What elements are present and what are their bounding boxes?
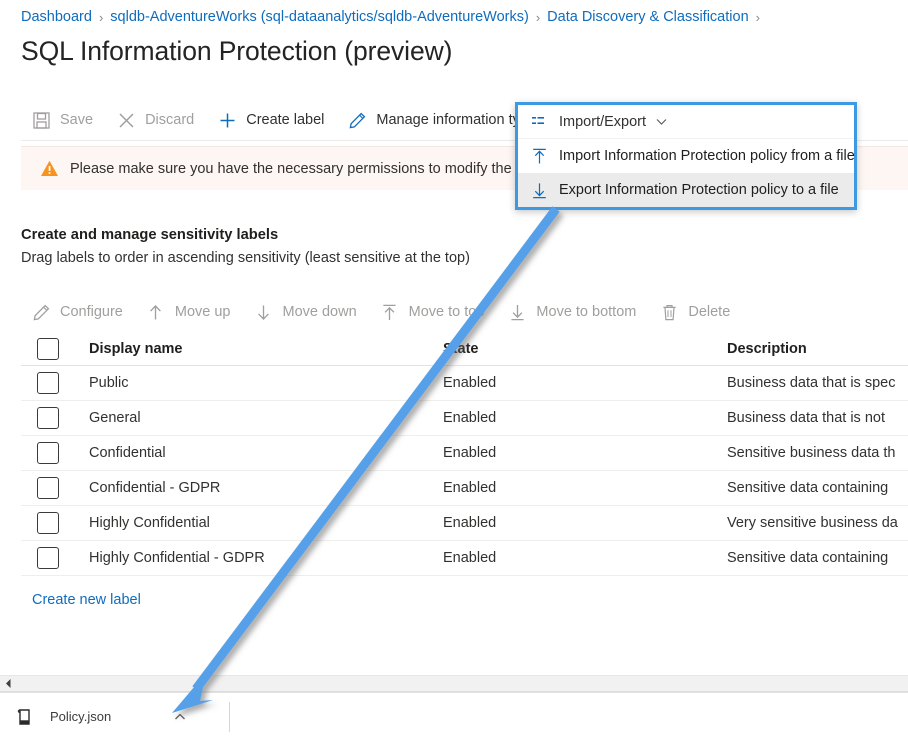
create-new-label-link[interactable]: Create new label — [32, 592, 141, 608]
move-to-bottom-button[interactable]: Move to bottom — [497, 294, 645, 330]
caret-left-icon[interactable] — [0, 675, 17, 692]
cell-display-name: General — [89, 410, 141, 426]
page-title: SQL Information Protection (preview) — [21, 36, 453, 66]
save-label: Save — [60, 112, 94, 129]
arrow-to-bottom-icon — [506, 301, 528, 323]
configure-button[interactable]: Configure — [21, 294, 132, 330]
breadcrumb-item-data-discovery[interactable]: Data Discovery & Classification — [547, 9, 748, 25]
column-header-display-name: Display name — [89, 341, 183, 357]
json-file-icon — [14, 706, 36, 728]
delete-button[interactable]: Delete — [649, 294, 739, 330]
horizontal-scrollbar[interactable] — [0, 675, 908, 692]
configure-label: Configure — [60, 303, 123, 320]
create-label-label: Create label — [246, 112, 325, 129]
chevron-up-icon[interactable] — [167, 704, 193, 730]
plus-icon — [216, 110, 238, 132]
cell-display-name: Public — [89, 375, 129, 391]
cell-description: Sensitive data containing — [727, 550, 889, 566]
download-file-name: Policy.json — [50, 709, 112, 724]
table-row[interactable]: Highly Confidential - GDPR Enabled Sensi… — [21, 541, 908, 576]
cell-description: Business data that is spec — [727, 375, 896, 391]
row-checkbox[interactable] — [37, 477, 59, 499]
download-item-policy-json[interactable]: Policy.json — [0, 693, 193, 740]
table-row[interactable]: Highly Confidential Enabled Very sensiti… — [21, 506, 908, 541]
table-row[interactable]: Confidential Enabled Sensitive business … — [21, 436, 908, 471]
export-policy-label: Export Information Protection policy to … — [559, 182, 839, 198]
table-row[interactable]: Public Enabled Business data that is spe… — [21, 366, 908, 401]
breadcrumb-item-dashboard[interactable]: Dashboard — [21, 9, 92, 25]
chevron-down-icon — [655, 115, 668, 128]
row-checkbox[interactable] — [37, 512, 59, 534]
save-icon — [30, 110, 52, 132]
create-label-button[interactable]: Create label — [207, 103, 333, 139]
cell-state: Enabled — [443, 550, 497, 566]
list-icon — [528, 111, 550, 133]
row-checkbox[interactable] — [37, 407, 59, 429]
download-shelf-divider — [229, 702, 230, 732]
cell-state: Enabled — [443, 410, 497, 426]
cell-state: Enabled — [443, 515, 497, 531]
breadcrumb-separator: › — [98, 9, 104, 25]
breadcrumb: Dashboard › sqldb-AdventureWorks (sql-da… — [21, 9, 767, 25]
cell-description: Sensitive data containing — [727, 480, 889, 496]
breadcrumb-separator: › — [755, 9, 760, 25]
import-export-flyout: Import/Export Import Information Protect… — [515, 102, 857, 210]
move-down-label: Move down — [282, 303, 357, 320]
arrow-up-icon — [145, 301, 167, 323]
breadcrumb-item-database[interactable]: sqldb-AdventureWorks (sql-dataanalytics/… — [110, 9, 529, 25]
download-icon — [528, 179, 550, 201]
permissions-warning-text: Please make sure you have the necessary … — [70, 160, 569, 177]
download-shelf: Policy.json — [0, 692, 908, 740]
warning-icon — [40, 159, 59, 178]
arrow-down-icon — [253, 301, 275, 323]
label-action-bar: Configure Move up Move down Move to top — [0, 293, 908, 331]
breadcrumb-separator: › — [535, 9, 541, 25]
row-checkbox[interactable] — [37, 442, 59, 464]
section-title: Create and manage sensitivity labels — [21, 227, 279, 243]
export-policy-menu-item[interactable]: Export Information Protection policy to … — [518, 173, 854, 207]
import-policy-menu-item[interactable]: Import Information Protection policy fro… — [518, 139, 855, 173]
trash-icon — [658, 301, 680, 323]
table-row[interactable]: Confidential - GDPR Enabled Sensitive da… — [21, 471, 908, 506]
save-button[interactable]: Save — [21, 103, 102, 139]
column-header-state: State — [443, 341, 479, 357]
import-export-label: Import/Export — [559, 113, 647, 130]
move-down-button[interactable]: Move down — [244, 294, 366, 330]
cell-display-name: Highly Confidential — [89, 515, 210, 531]
cell-display-name: Confidential — [89, 445, 166, 461]
table-header-row: Display name State Description — [21, 333, 908, 366]
move-to-top-button[interactable]: Move to top — [370, 294, 494, 330]
select-all-checkbox[interactable] — [37, 338, 59, 360]
cell-state: Enabled — [443, 375, 497, 391]
section-subtitle: Drag labels to order in ascending sensit… — [21, 250, 470, 266]
cell-state: Enabled — [443, 480, 497, 496]
cell-state: Enabled — [443, 445, 497, 461]
move-to-bottom-label: Move to bottom — [536, 303, 637, 320]
move-to-top-label: Move to top — [408, 303, 485, 320]
table-row[interactable]: General Enabled Business data that is no… — [21, 401, 908, 436]
discard-icon — [115, 110, 137, 132]
discard-label: Discard — [145, 112, 195, 129]
move-up-label: Move up — [174, 303, 231, 320]
arrow-to-top-icon — [379, 301, 401, 323]
row-checkbox[interactable] — [37, 372, 59, 394]
row-checkbox[interactable] — [37, 547, 59, 569]
import-policy-label: Import Information Protection policy fro… — [559, 148, 855, 164]
delete-label: Delete — [688, 303, 731, 320]
cell-display-name: Confidential - GDPR — [89, 480, 221, 496]
labels-table: Display name State Description Public En… — [21, 333, 908, 576]
page-root: Dashboard › sqldb-AdventureWorks (sql-da… — [0, 0, 908, 740]
pencil-icon — [30, 301, 52, 323]
pencil-icon — [346, 110, 368, 132]
upload-icon — [528, 145, 550, 167]
cell-description: Business data that is not — [727, 410, 885, 426]
cell-description: Very sensitive business da — [727, 515, 898, 531]
import-export-trigger[interactable]: Import/Export — [518, 105, 854, 139]
move-up-button[interactable]: Move up — [136, 294, 240, 330]
cell-description: Sensitive business data th — [727, 445, 896, 461]
discard-button[interactable]: Discard — [106, 103, 203, 139]
cell-display-name: Highly Confidential - GDPR — [89, 550, 265, 566]
column-header-description: Description — [727, 341, 807, 357]
